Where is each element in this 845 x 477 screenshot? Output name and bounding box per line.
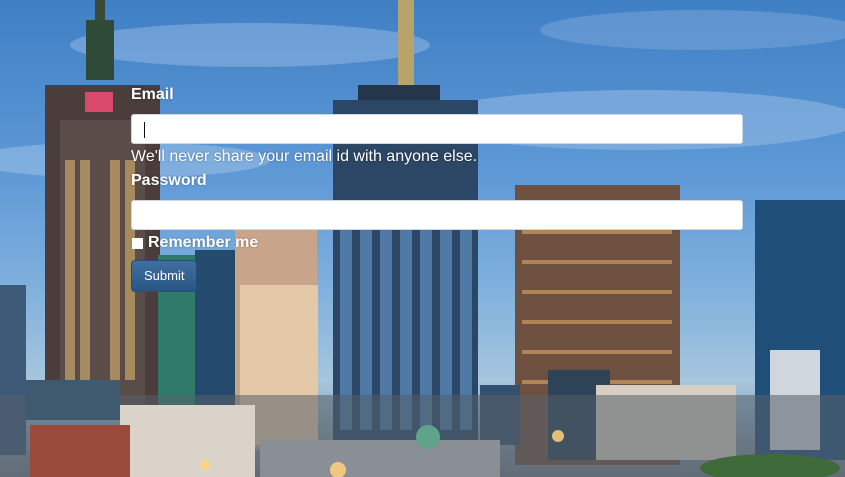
submit-button[interactable]: Submit bbox=[131, 260, 198, 292]
login-form: Email We'll never share your email id wi… bbox=[131, 86, 743, 292]
email-field[interactable] bbox=[131, 114, 743, 144]
remember-me-checkbox[interactable] bbox=[132, 237, 143, 249]
text-caret bbox=[144, 122, 145, 138]
remember-me-row[interactable]: Remember me bbox=[131, 234, 743, 252]
password-field[interactable] bbox=[131, 200, 743, 230]
email-label: Email bbox=[131, 86, 174, 103]
email-help-text: We'll never share your email id with any… bbox=[131, 148, 478, 165]
password-label: Password bbox=[131, 172, 207, 189]
remember-me-label[interactable]: Remember me bbox=[148, 234, 258, 252]
